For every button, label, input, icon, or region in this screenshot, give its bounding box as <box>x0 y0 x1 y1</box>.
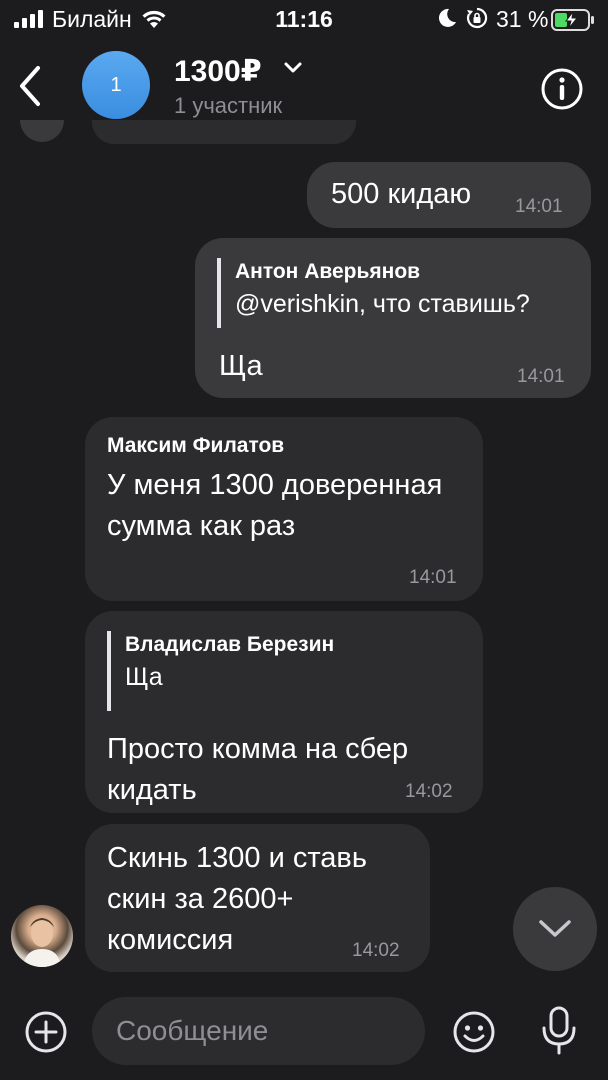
reply-quote[interactable]: Антон Аверьянов @verishkin, что ставишь? <box>217 258 530 328</box>
chat-title[interactable]: 1300₽ <box>174 54 262 89</box>
microphone-icon[interactable] <box>539 1006 579 1056</box>
message-text: 500 кидаю <box>331 178 472 210</box>
chat-avatar[interactable]: 1 <box>82 51 150 119</box>
avatar[interactable] <box>11 905 73 967</box>
chat-avatar-label: 1 <box>110 73 122 96</box>
reply-author: Владислав Березин <box>125 633 335 656</box>
reply-text: @verishkin, что ставишь? <box>235 290 530 318</box>
chat-header: 1 1300₽ 1 участник <box>0 40 608 132</box>
user-photo <box>23 918 61 967</box>
plus-circle-icon[interactable] <box>24 1010 68 1054</box>
message-time: 14:02 <box>405 781 453 802</box>
rotation-lock-icon <box>466 7 488 29</box>
message-time: 14:01 <box>409 567 457 588</box>
avatar <box>20 120 64 142</box>
info-icon[interactable] <box>540 67 584 111</box>
battery-charging-icon <box>551 9 594 31</box>
message-bubble[interactable]: Скинь 1300 и ставь скин за 2600+ комисси… <box>85 824 430 972</box>
message-time: 14:01 <box>517 366 565 387</box>
battery-percentage: 31 % <box>496 6 549 32</box>
message-bubble <box>92 120 356 144</box>
chevron-down-icon[interactable] <box>283 61 303 75</box>
status-bar: Билайн 11:16 31 % <box>0 0 608 40</box>
chevron-left-icon[interactable] <box>12 64 48 108</box>
message-bubble[interactable]: Владислав Березин Ща Просто комма на сбе… <box>85 611 483 813</box>
message-bubble[interactable]: Максим Филатов У меня 1300 доверенная су… <box>85 417 483 601</box>
reply-quote[interactable]: Владислав Березин Ща <box>107 631 334 711</box>
composer <box>0 990 608 1080</box>
chevron-down-icon <box>539 920 571 937</box>
message-bubble[interactable]: Антон Аверьянов @verishkin, что ставишь?… <box>195 238 591 398</box>
reply-author: Антон Аверьянов <box>235 260 421 283</box>
message-text: У меня 1300 доверенная сумма как раз <box>107 469 443 542</box>
message-time: 14:02 <box>352 940 400 961</box>
message-input[interactable] <box>92 997 425 1065</box>
scroll-down-button[interactable] <box>513 887 597 971</box>
moon-icon <box>438 8 456 27</box>
smile-icon[interactable] <box>452 1010 496 1054</box>
reply-text: Ща <box>125 663 163 691</box>
sender-name[interactable]: Максим Филатов <box>107 434 284 458</box>
message-bubble[interactable]: 500 кидаю 14:01 <box>307 162 591 228</box>
chat-subtitle: 1 участник <box>174 93 283 118</box>
message-text: Ща <box>219 350 263 382</box>
message-time: 14:01 <box>515 196 563 217</box>
